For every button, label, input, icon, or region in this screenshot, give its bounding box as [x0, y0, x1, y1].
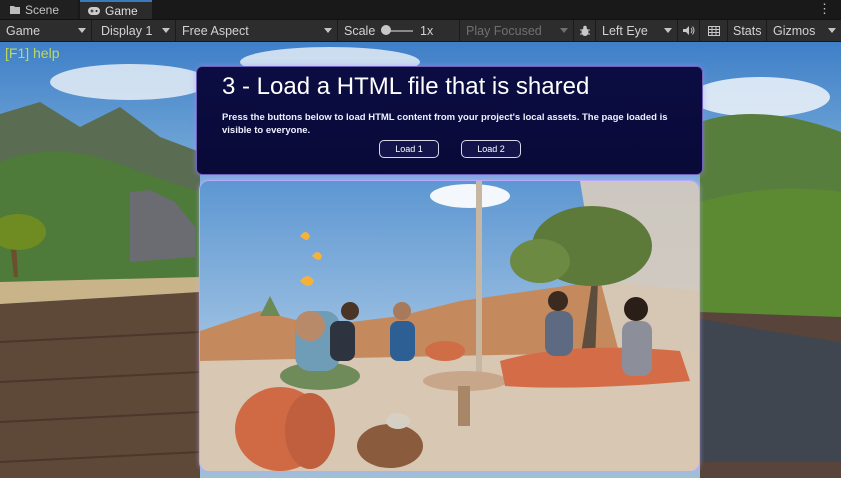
- grid-button[interactable]: [700, 20, 728, 41]
- panel-title: 3 - Load a HTML file that is shared: [222, 73, 590, 100]
- help-hint: [F1] help: [5, 45, 60, 61]
- tab-game[interactable]: Game: [80, 0, 152, 19]
- stats-label: Stats: [733, 23, 762, 38]
- play-mode-label: Play Focused: [466, 23, 542, 38]
- chevron-down-icon: [162, 28, 170, 33]
- load-1-button[interactable]: Load 1: [379, 140, 439, 158]
- speaker-icon: [683, 26, 695, 35]
- grid-icon: [708, 25, 720, 36]
- aspect-select-label: Free Aspect: [182, 23, 249, 38]
- gamepad-icon: [88, 6, 100, 15]
- scale-label: Scale: [344, 23, 376, 38]
- chevron-down-icon: [78, 28, 86, 33]
- game-toolbar: Game Display 1 Free Aspect Scale 1x Play…: [0, 20, 841, 42]
- panel-description: Press the buttons below to load HTML con…: [222, 112, 668, 136]
- view-select-label: Game: [6, 23, 41, 38]
- game-viewport[interactable]: [F1] help 3 - Load a HTML file that is s…: [0, 42, 841, 478]
- view-select[interactable]: Game: [0, 20, 92, 41]
- info-panel: 3 - Load a HTML file that is shared Pres…: [196, 66, 703, 175]
- chevron-down-icon: [560, 28, 568, 33]
- bug-icon: [580, 25, 590, 36]
- chevron-down-icon: [664, 28, 672, 33]
- tab-game-label: Game: [105, 3, 138, 18]
- eye-select[interactable]: Left Eye: [596, 20, 678, 41]
- chevron-down-icon: [828, 28, 836, 33]
- play-mode-select[interactable]: Play Focused: [460, 20, 574, 41]
- tab-strip: Scene Game ⋮: [0, 0, 841, 20]
- scene-icon: [10, 6, 20, 14]
- display-select-label: Display 1: [101, 23, 153, 38]
- display-select[interactable]: Display 1: [95, 20, 176, 41]
- aspect-select[interactable]: Free Aspect: [176, 20, 338, 41]
- eye-select-label: Left Eye: [602, 23, 648, 38]
- scale-value: 1x: [420, 23, 434, 38]
- gizmos-select[interactable]: Gizmos: [767, 20, 841, 41]
- scale-slider[interactable]: [381, 25, 391, 35]
- tab-scene[interactable]: Scene: [0, 0, 78, 19]
- gizmos-label: Gizmos: [773, 23, 816, 38]
- mute-button[interactable]: [678, 20, 700, 41]
- desert-lounge-image: [200, 181, 699, 471]
- stats-button[interactable]: Stats: [728, 20, 767, 41]
- load-2-button[interactable]: Load 2: [461, 140, 521, 158]
- chevron-down-icon: [324, 28, 332, 33]
- html-content-panel[interactable]: [199, 180, 700, 472]
- more-vertical-icon[interactable]: ⋮: [818, 2, 831, 16]
- tab-scene-label: Scene: [25, 2, 60, 17]
- debug-button[interactable]: [574, 20, 596, 41]
